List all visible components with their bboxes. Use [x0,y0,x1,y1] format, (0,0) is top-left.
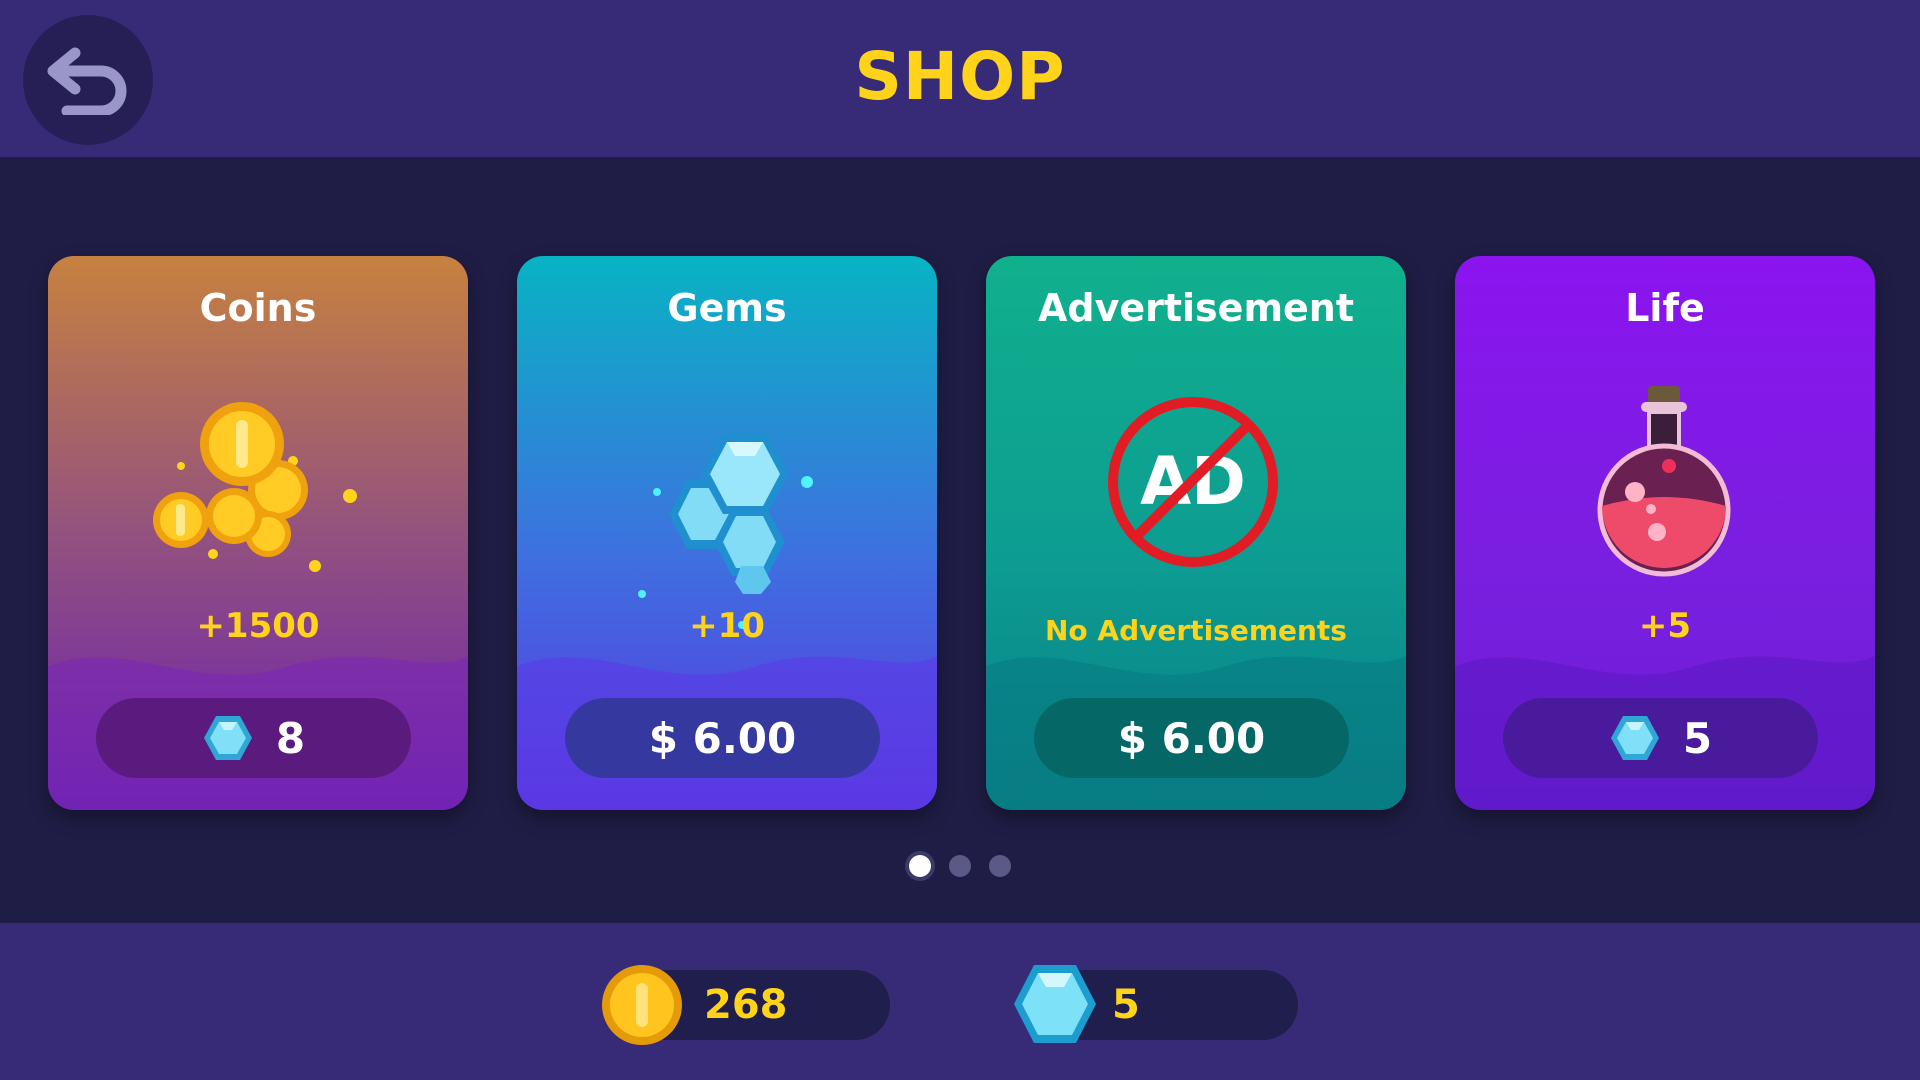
shop-card-advertisement[interactable]: Advertisement AD No Advertisements $ 6.0… [986,256,1406,810]
price-label: $ 6.00 [1117,713,1266,763]
shop-card-coins[interactable]: Coins +1500 8 [48,256,468,810]
buy-button[interactable]: $ 6.00 [565,698,880,778]
shop-card-life[interactable]: Life +5 5 [1455,256,1875,810]
gem-icon [1014,965,1096,1043]
page-dot-1[interactable] [909,855,931,877]
buy-button[interactable]: 8 [96,698,411,778]
card-title: Gems [667,286,787,330]
price-label: 5 [1682,713,1713,763]
top-bar: SHOP [0,0,1920,157]
no-ads-icon: AD [1108,397,1278,567]
card-amount: No Advertisements [1045,614,1347,647]
pagination [0,855,1920,877]
page-dot-2[interactable] [949,855,971,877]
potion-icon [1597,386,1731,577]
card-amount: +5 [1638,606,1692,646]
gem-balance-value: 5 [1112,982,1140,1028]
buy-button[interactable]: 5 [1503,698,1818,778]
gem-icon [203,716,252,760]
card-title: Advertisement [1037,286,1355,330]
price-label: 8 [275,713,306,763]
card-title: Coins [199,286,317,330]
card-amount: +10 [689,606,765,646]
coin-icon [602,965,682,1045]
card-title: Life [1625,286,1705,330]
buy-button[interactable]: $ 6.00 [1034,698,1349,778]
coin-pile-icon [153,402,357,572]
page-dot-3[interactable] [989,855,1011,877]
coin-balance-value: 268 [704,982,788,1028]
gem-cluster-icon [638,434,813,629]
gem-icon [1610,716,1659,760]
wallet-bar: 268 5 [0,923,1920,1080]
card-amount: +1500 [196,606,320,646]
price-label: $ 6.00 [648,713,797,763]
page-title: SHOP [854,38,1066,115]
shop-card-gems[interactable]: Gems +10 $ 6.00 [517,256,937,810]
